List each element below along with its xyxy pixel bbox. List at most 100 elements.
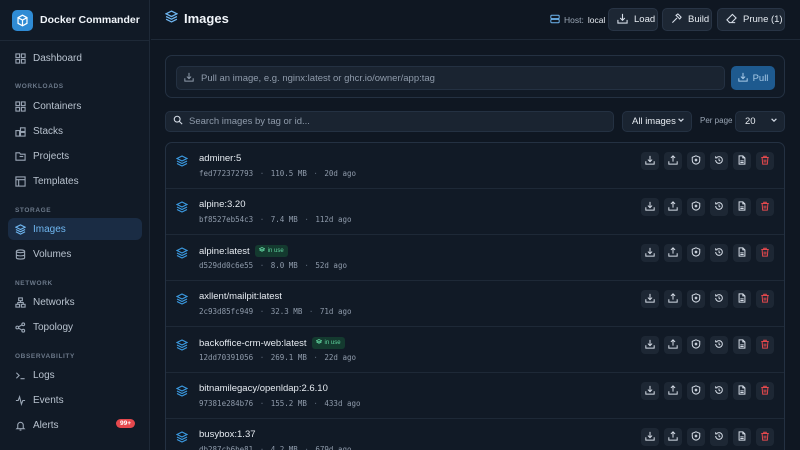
history-button[interactable]: [710, 290, 728, 308]
host-indicator[interactable]: Host: local: [550, 14, 605, 26]
brand[interactable]: Docker Commander: [12, 9, 140, 31]
file-icon: [737, 198, 747, 216]
download-button[interactable]: [641, 152, 659, 170]
sidebar-item-topology[interactable]: Topology: [8, 316, 142, 338]
image-name[interactable]: axllent/mailpit:latest: [199, 291, 282, 302]
file-button[interactable]: [733, 382, 751, 400]
sidebar-item-images[interactable]: Images: [8, 218, 142, 240]
download-button[interactable]: [641, 244, 659, 262]
sidebar-item-events[interactable]: Events: [8, 389, 142, 411]
sidebar-item-alerts[interactable]: Alerts 99+: [8, 414, 142, 436]
file-button[interactable]: [733, 244, 751, 262]
download-button[interactable]: [641, 382, 659, 400]
image-name[interactable]: bitnamilegacy/openldap:2.6.10: [199, 383, 328, 394]
table-row[interactable]: backoffice-crm-web:latest in use 12dd70391…: [166, 327, 784, 373]
download-button[interactable]: [641, 290, 659, 308]
download-button[interactable]: [641, 428, 659, 446]
image-name[interactable]: alpine:3.20: [199, 199, 245, 210]
pull-image-input[interactable]: Pull an image, e.g. nginx:latest or ghcr…: [176, 66, 725, 90]
pull-button[interactable]: Pull: [731, 66, 775, 90]
file-button[interactable]: [733, 290, 751, 308]
sidebar-item-dashboard[interactable]: Dashboard: [8, 47, 142, 69]
shield-button[interactable]: [687, 152, 705, 170]
download-button[interactable]: [641, 336, 659, 354]
sidebar-item-containers[interactable]: Containers: [8, 95, 142, 117]
trash-button[interactable]: [756, 428, 774, 446]
image-name[interactable]: busybox:1.37: [199, 429, 256, 440]
trash-button[interactable]: [756, 382, 774, 400]
shield-button[interactable]: [687, 290, 705, 308]
image-age: 20d ago: [324, 169, 357, 178]
upload-button[interactable]: [664, 198, 682, 216]
per-page-value: 20: [745, 116, 756, 127]
trash-button[interactable]: [756, 152, 774, 170]
trash-button[interactable]: [756, 198, 774, 216]
sidebar-item-logs[interactable]: Logs: [8, 364, 142, 386]
file-button[interactable]: [733, 198, 751, 216]
search-input[interactable]: Search images by tag or id...: [165, 111, 614, 132]
file-icon: [737, 382, 747, 400]
table-row[interactable]: alpine:3.20 bf8527eb54c3 · 7.4 MB · 112d …: [166, 189, 784, 235]
file-button[interactable]: [733, 336, 751, 354]
server-icon: [550, 14, 560, 26]
upload-button[interactable]: [664, 290, 682, 308]
containers-icon: [15, 100, 26, 112]
upload-button[interactable]: [664, 382, 682, 400]
history-button[interactable]: [710, 428, 728, 446]
upload-button[interactable]: [664, 336, 682, 354]
shield-button[interactable]: [687, 198, 705, 216]
download-button[interactable]: [641, 198, 659, 216]
prune-button[interactable]: Prune (1): [717, 8, 785, 31]
shield-button[interactable]: [687, 244, 705, 262]
trash-button[interactable]: [756, 336, 774, 354]
upload-button[interactable]: [664, 244, 682, 262]
row-actions: [641, 152, 774, 170]
trash-button[interactable]: [756, 244, 774, 262]
shield-button[interactable]: [687, 382, 705, 400]
history-button[interactable]: [710, 244, 728, 262]
table-row[interactable]: axllent/mailpit:latest 2c93d85fc949 · 32.…: [166, 281, 784, 327]
sidebar-item-templates[interactable]: Templates: [8, 170, 142, 192]
history-button[interactable]: [710, 198, 728, 216]
trash-button[interactable]: [756, 290, 774, 308]
image-meta: 12dd70391056 · 269.1 MB · 22d ago: [199, 353, 356, 362]
sidebar-item-stacks[interactable]: Stacks: [8, 120, 142, 142]
history-button[interactable]: [710, 152, 728, 170]
shield-button[interactable]: [687, 336, 705, 354]
history-button[interactable]: [710, 382, 728, 400]
image-meta: bf8527eb54c3 · 7.4 MB · 112d ago: [199, 215, 352, 224]
table-row[interactable]: bitnamilegacy/openldap:2.6.10 97381e284b7…: [166, 373, 784, 419]
image-scope-select[interactable]: All images: [622, 111, 692, 132]
table-row[interactable]: adminer:5 fed772372793 · 110.5 MB · 20d a…: [166, 143, 784, 189]
table-row[interactable]: alpine:latest in use d529dd0c6e55 · 8.0 MB…: [166, 235, 784, 281]
shield-icon: [691, 198, 701, 216]
image-name-text: backoffice-crm-web:latest: [199, 337, 307, 349]
build-button[interactable]: Build: [662, 8, 712, 31]
image-age: 52d ago: [315, 261, 347, 270]
meta-separator: ·: [255, 445, 269, 450]
image-name[interactable]: alpine:latest in use: [199, 245, 288, 257]
sidebar-item-volumes[interactable]: Volumes: [8, 243, 142, 265]
upload-button[interactable]: [664, 152, 682, 170]
image-name[interactable]: adminer:5: [199, 153, 241, 164]
upload-button[interactable]: [664, 428, 682, 446]
file-button[interactable]: [733, 428, 751, 446]
table-row[interactable]: busybox:1.37 db287cb6be81 · 4.2 MB · 679d…: [166, 419, 784, 450]
sidebar-item-networks[interactable]: Networks: [8, 291, 142, 313]
load-button[interactable]: Load: [608, 8, 658, 31]
networks-icon: [15, 296, 26, 308]
image-meta: 97381e284b76 · 155.2 MB · 433d ago: [199, 399, 361, 408]
image-size: 8.0 MB: [270, 261, 298, 270]
history-button[interactable]: [710, 336, 728, 354]
per-page-select[interactable]: 20: [735, 111, 785, 132]
image-meta: db287cb6be81 · 4.2 MB · 679d ago: [199, 445, 352, 450]
sidebar-item-label: Topology: [33, 321, 74, 333]
projects-icon: [15, 151, 26, 162]
sidebar-item-projects[interactable]: Projects: [8, 145, 142, 167]
build-button-label: Build: [688, 14, 710, 25]
file-button[interactable]: [733, 152, 751, 170]
image-name[interactable]: backoffice-crm-web:latest in use: [199, 337, 345, 349]
sidebar-item-label: Images: [33, 223, 66, 235]
shield-button[interactable]: [687, 428, 705, 446]
file-icon: [737, 244, 747, 262]
